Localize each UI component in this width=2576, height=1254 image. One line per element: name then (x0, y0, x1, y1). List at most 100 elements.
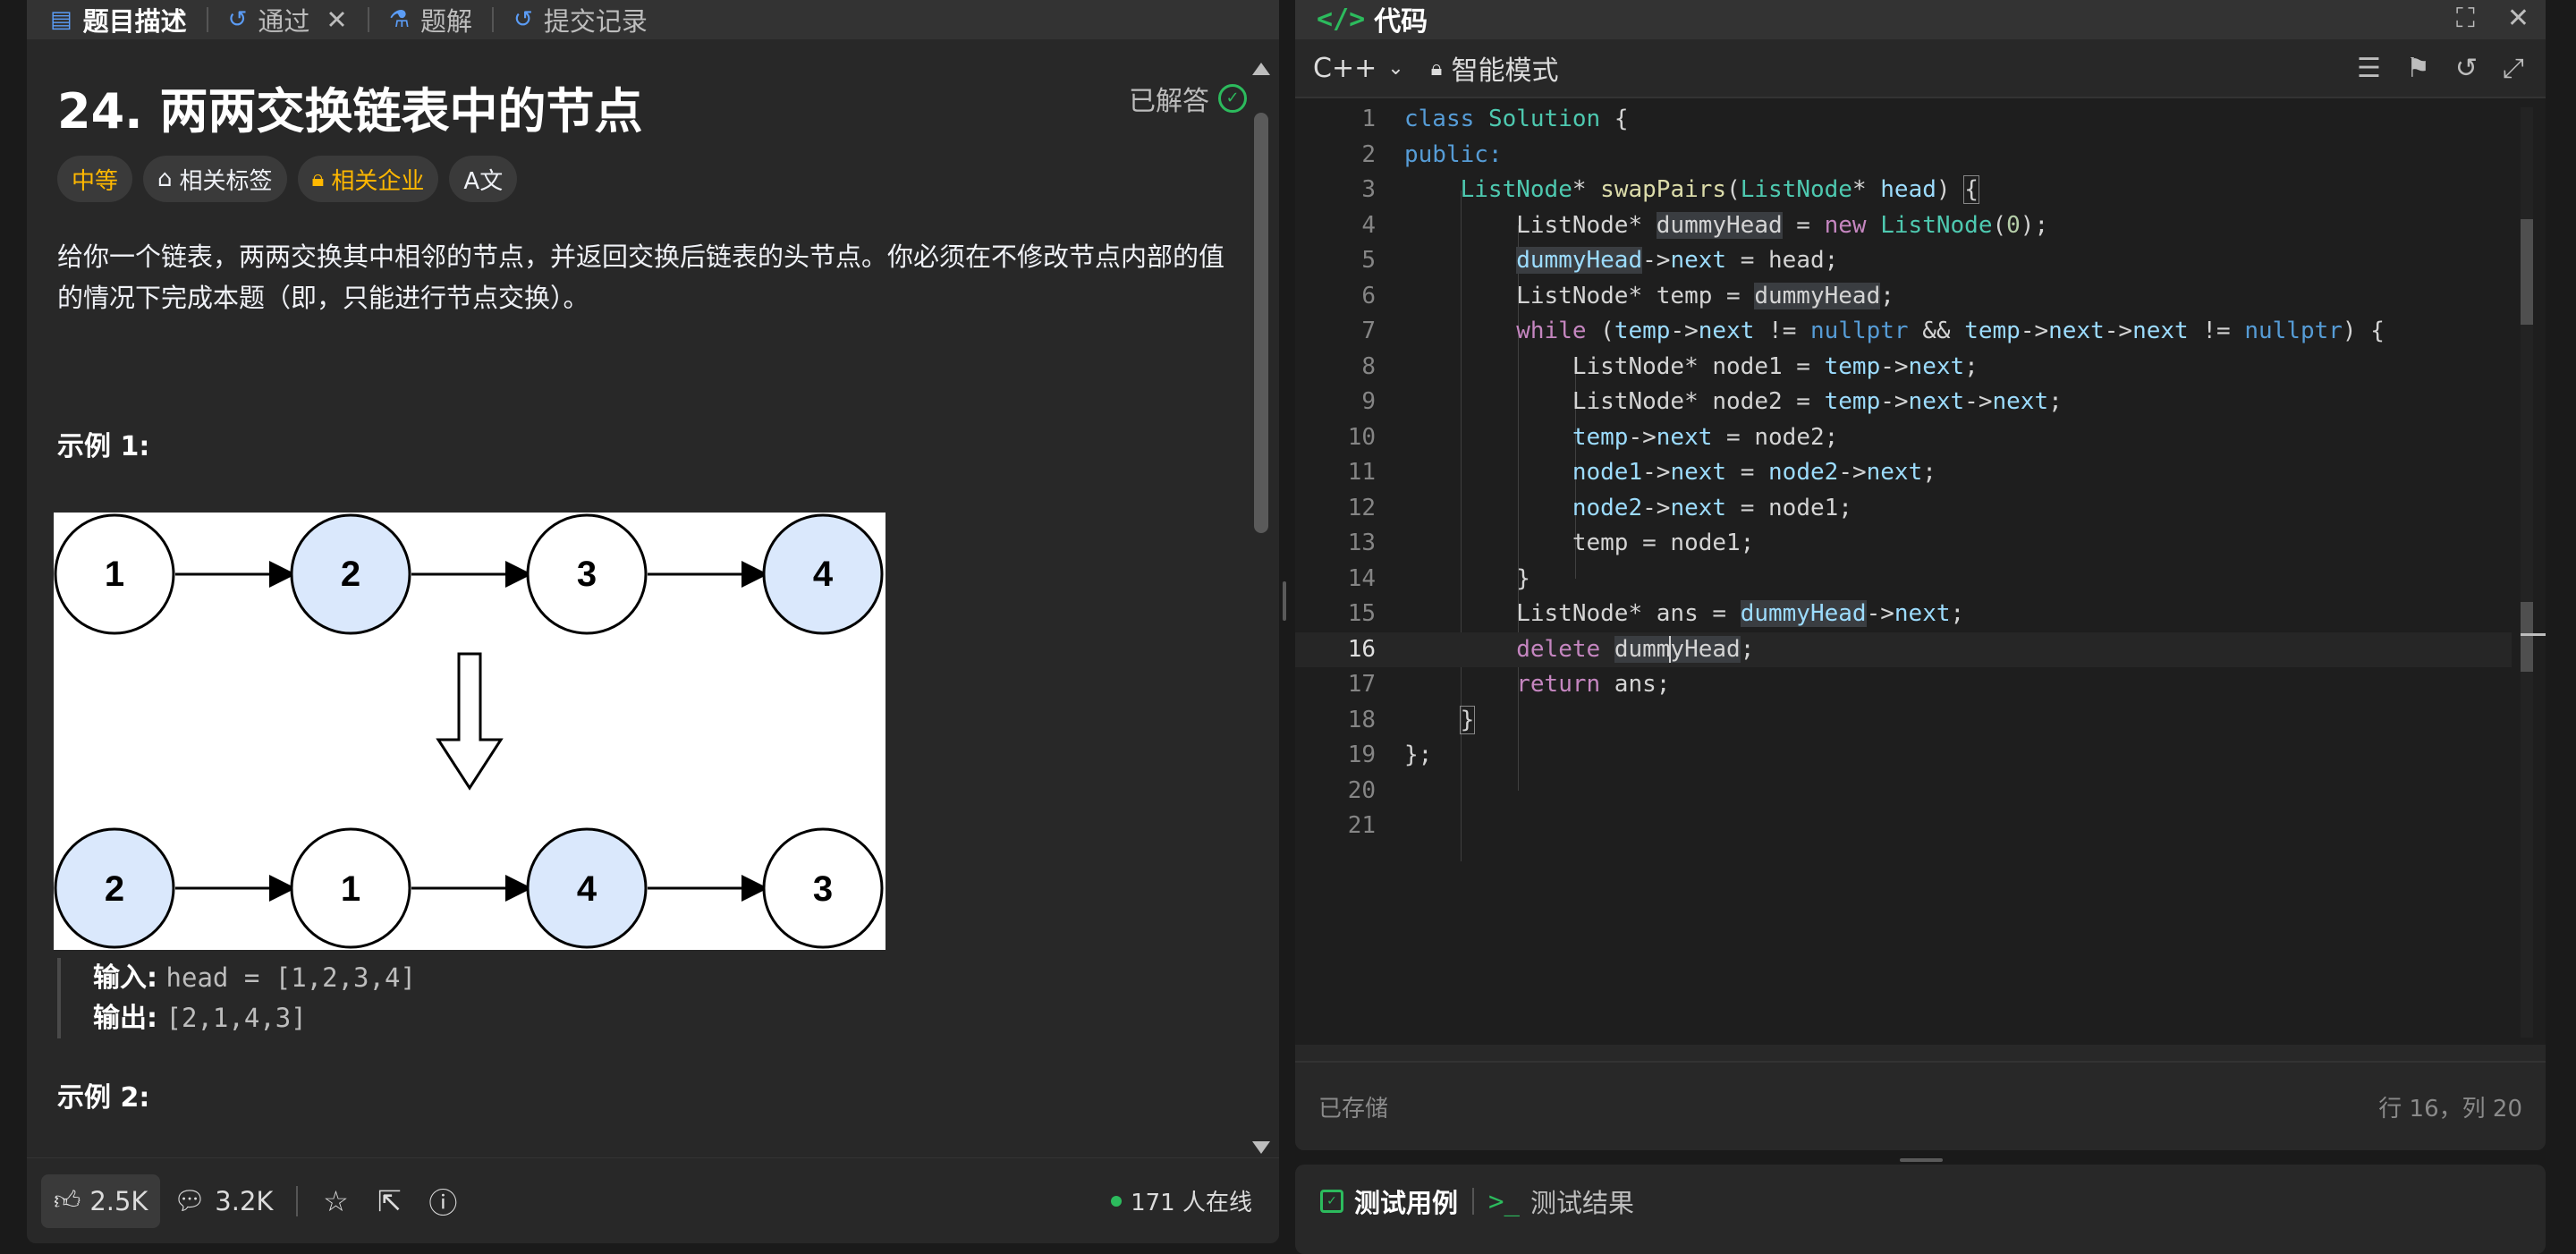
problem-statement: 给你一个链表，两两交换其中相邻的节点，并返回交换后链表的头节点。你必须在不修改节… (57, 241, 1225, 313)
vertical-resize-handle[interactable] (1900, 1158, 1943, 1162)
code-panel: </> 代码 ⛶ ✕ C++ ⌄ 🔒︎ 智能模式 ☰ ⚑ ↺ ⤢ 1 class … (1295, 0, 2546, 1150)
test-tabs: ✓ 测试用例 >_ 测试结果 (1295, 1165, 2546, 1238)
star-icon[interactable]: ☆ (309, 1174, 362, 1228)
related-tags-button[interactable]: ⌂ 相关标签 (143, 156, 287, 202)
code-line: 5 dummyHead->next = head; (1361, 247, 1839, 274)
linked-list-diagram: 1 2 3 4 2 1 4 3 (54, 513, 884, 949)
editor-scrollbar[interactable] (2521, 107, 2546, 1038)
node-label: 4 (813, 555, 834, 594)
tab-separator (206, 7, 208, 32)
lock-icon: 🔒︎ (311, 165, 325, 192)
lock-icon: 🔒︎ (1430, 55, 1443, 80)
scroll-up-icon[interactable] (1252, 63, 1270, 75)
scrollbar-thumb[interactable] (2521, 219, 2533, 325)
tab-test-results[interactable]: >_ 测试结果 (1488, 1182, 1634, 1220)
terminal-icon: >_ (1488, 1186, 1520, 1216)
share-icon[interactable]: ⇱ (362, 1174, 416, 1228)
example-1-io: 输入: head = [1,2,3,4] 输出: [2,1,4,3] (57, 958, 416, 1038)
code-line-current: 16 delete dummyHead; (1295, 631, 2512, 667)
tab-separator (492, 7, 495, 32)
tab-separator (1472, 1188, 1475, 1215)
code-window-buttons: ⛶ ✕ (2456, 3, 2529, 34)
tab-solutions[interactable]: ⚗ 题解 (389, 0, 492, 39)
code-line: 6 ListNode* temp = dummyHead; (1361, 282, 1894, 309)
smart-mode-toggle[interactable]: 🔒︎ 智能模式 (1431, 48, 1559, 88)
example-input: 输入: head = [1,2,3,4] (93, 962, 416, 994)
example-output: 输出: [2,1,4,3] (93, 1003, 307, 1034)
flask-icon: ⚗ (388, 6, 411, 33)
code-line: 19}; (1347, 741, 1433, 768)
close-icon[interactable]: ✕ (2507, 3, 2529, 34)
online-dot-icon (1111, 1195, 1123, 1207)
format-icon[interactable]: ☰ (2357, 53, 2381, 84)
thumbs-up-icon: 👍︎ (54, 1185, 81, 1216)
problem-tabbar: ▤ 题目描述 ↺ 通过 ✕ ⚗ 题解 ↺ 提交记录 (27, 0, 1279, 39)
translate-icon: A文 (463, 167, 504, 195)
example-2-title: 示例 2: (57, 1082, 150, 1114)
example-1-title: 示例 1: (57, 431, 150, 462)
code-icon: </> (1317, 3, 1366, 35)
code-header: </> 代码 ⛶ ✕ (1295, 0, 2546, 39)
node-label: 1 (105, 555, 124, 594)
node-label: 4 (577, 869, 597, 909)
text-cursor (1669, 636, 1672, 663)
node-label: 1 (341, 869, 360, 909)
fullscreen-icon[interactable]: ⤢ (2503, 53, 2524, 84)
node-label: 3 (813, 869, 833, 909)
reset-icon[interactable]: ↺ (2455, 53, 2478, 84)
solved-status: 已解答 ✓ (1129, 79, 1247, 118)
editor-toolbar: C++ ⌄ 🔒︎ 智能模式 ☰ ⚑ ↺ ⤢ (1295, 39, 2546, 98)
code-line: 14 } (1347, 564, 1530, 592)
node-label: 3 (577, 555, 597, 594)
tab-accepted[interactable]: ↺ 通过 ✕ (228, 0, 368, 39)
down-arrow-icon (436, 652, 504, 791)
problem-footer: 👍︎ 2.5K 💬︎ 3.2K ☆ ⇱ ⓘ 171 人在线 (27, 1157, 1279, 1243)
editor-statusbar: 已存储 行 16，列 20 (1295, 1061, 2546, 1150)
description-icon: ▤ (50, 6, 72, 33)
code-line: 3 ListNode* swapPairs(ListNode* head) { (1361, 175, 1979, 204)
tab-testcases[interactable]: ✓ 测试用例 (1320, 1182, 1458, 1220)
comments-button[interactable]: 💬︎ 3.2K (160, 1174, 285, 1228)
code-line: 11 node1->next = node2->next; (1347, 459, 1936, 486)
tab-submissions[interactable]: ↺ 提交记录 (513, 0, 667, 39)
related-companies-button[interactable]: 🔒︎ 相关企业 (297, 156, 439, 202)
tab-description[interactable]: ▤ 题目描述 (50, 0, 207, 39)
online-count: 171 人在线 (1111, 1184, 1252, 1217)
code-line: 7 while (temp->next != nullptr && temp->… (1361, 318, 2385, 344)
comment-icon: 💬︎ (173, 1185, 207, 1216)
code-line: 4 ListNode* dummyHead = new ListNode(0); (1361, 211, 2049, 239)
footer-separator (296, 1185, 299, 1216)
panel-resize-handle[interactable] (1283, 581, 1286, 621)
problem-panel: ▤ 题目描述 ↺ 通过 ✕ ⚗ 题解 ↺ 提交记录 24. 两两交换链表中的节点… (27, 0, 1279, 1243)
like-button[interactable]: 👍︎ 2.5K (41, 1174, 161, 1228)
scrollbar-thumb[interactable] (1254, 113, 1268, 533)
help-icon[interactable]: ⓘ (416, 1174, 470, 1228)
cursor-position: 行 16，列 20 (2378, 1095, 2522, 1123)
checkbox-icon: ✓ (1320, 1190, 1343, 1213)
code-line: 21 (1347, 812, 1376, 839)
bookmark-icon[interactable]: ⚑ (2406, 53, 2430, 84)
code-line: 1 class Solution { (1361, 106, 1629, 132)
node-label: 2 (105, 869, 124, 909)
check-circle-icon: ✓ (1218, 84, 1247, 113)
code-editor[interactable]: 1 class Solution { 2 public: 3 ListNode* s… (1295, 98, 2546, 1045)
code-line: 9 ListNode* node2 = temp->next->next; (1361, 388, 2063, 415)
maximize-icon[interactable]: ⛶ (2456, 3, 2475, 34)
editor-tools: ☰ ⚑ ↺ ⤢ (2357, 39, 2524, 97)
difficulty-badge: 中等 (57, 156, 133, 202)
problem-tags: 中等 ⌂ 相关标签 🔒︎ 相关企业 A文 (57, 156, 518, 202)
test-panel: ✓ 测试用例 >_ 测试结果 (1295, 1165, 2546, 1254)
code-line: 15 ListNode* ans = dummyHead->next; (1347, 600, 1965, 627)
node-label: 2 (341, 555, 360, 594)
code-line: 18 } (1347, 705, 1476, 734)
code-line: 13 temp = node1; (1347, 530, 1755, 556)
scrollbar-thumb[interactable] (2521, 602, 2533, 672)
translate-button[interactable]: A文 (449, 156, 518, 202)
description-scrollbar[interactable] (1252, 63, 1270, 1154)
tab-separator (367, 7, 369, 32)
close-icon[interactable]: ✕ (326, 4, 347, 35)
language-select[interactable]: C++ ⌄ (1313, 53, 1404, 84)
code-title: </> 代码 (1317, 3, 1428, 38)
history-icon: ↺ (513, 6, 533, 33)
scroll-down-icon[interactable] (1252, 1141, 1270, 1154)
